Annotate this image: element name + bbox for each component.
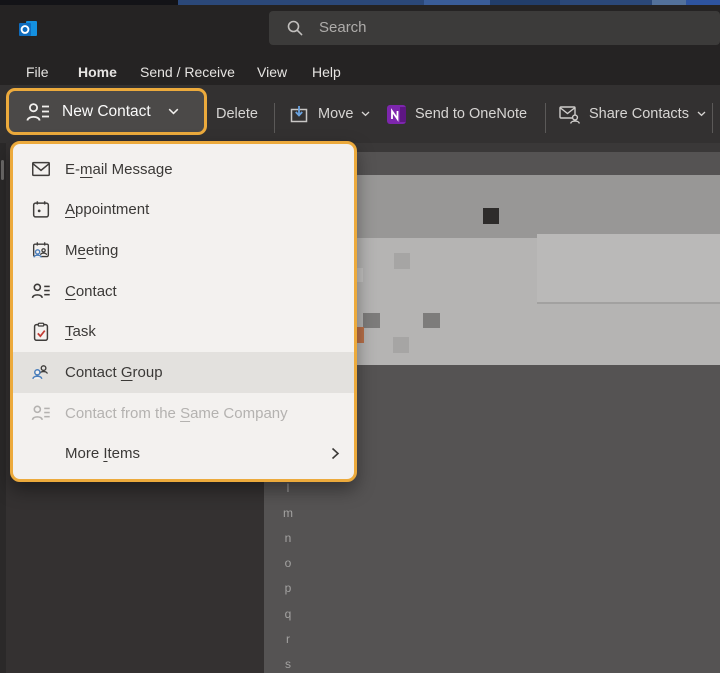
alphabet-index-letter-p[interactable]: p [281, 578, 295, 598]
new-items-dropdown-menu: E-mail Message Appointment Meeting Contact T… [10, 141, 357, 482]
move-button[interactable]: Move [288, 99, 370, 129]
list-content-block [393, 337, 409, 353]
menu-item-label: Task [65, 323, 96, 341]
new-contact-label: New Contact [62, 102, 151, 120]
menu-icon-placeholder [29, 442, 53, 466]
menu-item-e-mail-message[interactable]: E-mail Message [13, 149, 354, 190]
alphabet-index-letter-s[interactable]: s [281, 654, 295, 673]
share-contacts-button[interactable]: Share Contacts [558, 99, 706, 129]
menu-item-label: Contact [65, 282, 117, 300]
contact-icon [29, 279, 53, 303]
titlebar: Search [0, 5, 720, 56]
menu-item-more-items[interactable]: More Items [13, 433, 354, 474]
submenu-arrow-icon [331, 447, 340, 460]
outlook-window: Search File Home Send / Receive View Help Ne… [0, 0, 720, 673]
menu-item-label: E-mail Message [65, 160, 173, 178]
search-placeholder: Search [319, 19, 367, 36]
mail-icon [29, 157, 53, 181]
menu-item-appointment[interactable]: Appointment [13, 190, 354, 231]
meeting-icon [29, 239, 53, 263]
menu-item-task[interactable]: Task [13, 312, 354, 353]
ribbon-tab-file[interactable]: File [26, 62, 49, 82]
search-box[interactable]: Search [269, 11, 720, 45]
list-content-block [423, 313, 440, 328]
alphabet-index-letter-r[interactable]: r [281, 629, 295, 649]
ribbon-tab-send-receive[interactable]: Send / Receive [140, 62, 235, 82]
menu-item-contact[interactable]: Contact [13, 271, 354, 312]
alphabet-index-letter-q[interactable]: q [281, 604, 295, 624]
ribbon-tab-help[interactable]: Help [312, 62, 341, 82]
list-content-block [394, 253, 410, 269]
move-label: Move [318, 106, 354, 122]
ribbon-separator [712, 103, 713, 133]
list-rows-band-right [537, 234, 720, 304]
menu-item-label: Appointment [65, 201, 150, 219]
ribbon-separator [545, 103, 546, 133]
onenote-icon [386, 104, 407, 125]
alphabet-index-letter-o[interactable]: o [281, 553, 295, 573]
ribbon: New Contact Delete Move Send to OneNote … [0, 85, 720, 143]
list-content-block [483, 208, 499, 224]
ribbon-tab-home[interactable]: Home [78, 62, 117, 82]
menu-item-label: Contact Group [65, 363, 163, 381]
move-icon [288, 103, 310, 125]
list-content-block [357, 268, 363, 282]
contact-group-icon [29, 360, 53, 384]
share-contacts-label: Share Contacts [589, 106, 689, 122]
chevron-down-icon [168, 108, 179, 115]
share-contacts-icon [558, 103, 581, 125]
ribbon-tabs: File Home Send / Receive View Help [0, 56, 720, 85]
menu-item-meeting[interactable]: Meeting [13, 230, 354, 271]
task-icon [29, 320, 53, 344]
ribbon-separator [274, 103, 275, 133]
new-contact-button[interactable]: New Contact [6, 88, 207, 135]
list-content-block [363, 313, 380, 328]
scrollbar-thumb[interactable] [1, 160, 4, 180]
folder-pane-edge [0, 143, 6, 673]
send-to-onenote-button[interactable]: Send to OneNote [386, 99, 527, 129]
alphabet-index-letter-n[interactable]: n [281, 528, 295, 548]
list-content-block [357, 327, 364, 343]
menu-item-label: More Items [65, 445, 141, 463]
outlook-app-icon[interactable] [17, 19, 39, 39]
onenote-label: Send to OneNote [415, 106, 528, 122]
appointment-icon [29, 198, 53, 222]
menu-item-label: Meeting [65, 242, 119, 260]
menu-item-contact-from-the-same-company: Contact from the Same Company [13, 393, 354, 434]
delete-button[interactable]: Delete [216, 99, 258, 129]
ribbon-tab-view[interactable]: View [257, 62, 287, 82]
chevron-down-icon [697, 111, 706, 117]
delete-label: Delete [216, 106, 258, 122]
contact-same-company-icon [29, 401, 53, 425]
alphabet-index-letter-m[interactable]: m [281, 503, 295, 523]
search-icon [286, 19, 304, 37]
chevron-down-icon [361, 111, 370, 117]
menu-item-contact-group[interactable]: Contact Group [13, 352, 354, 393]
menu-item-label: Contact from the Same Company [65, 404, 288, 422]
new-contact-icon [25, 101, 51, 123]
